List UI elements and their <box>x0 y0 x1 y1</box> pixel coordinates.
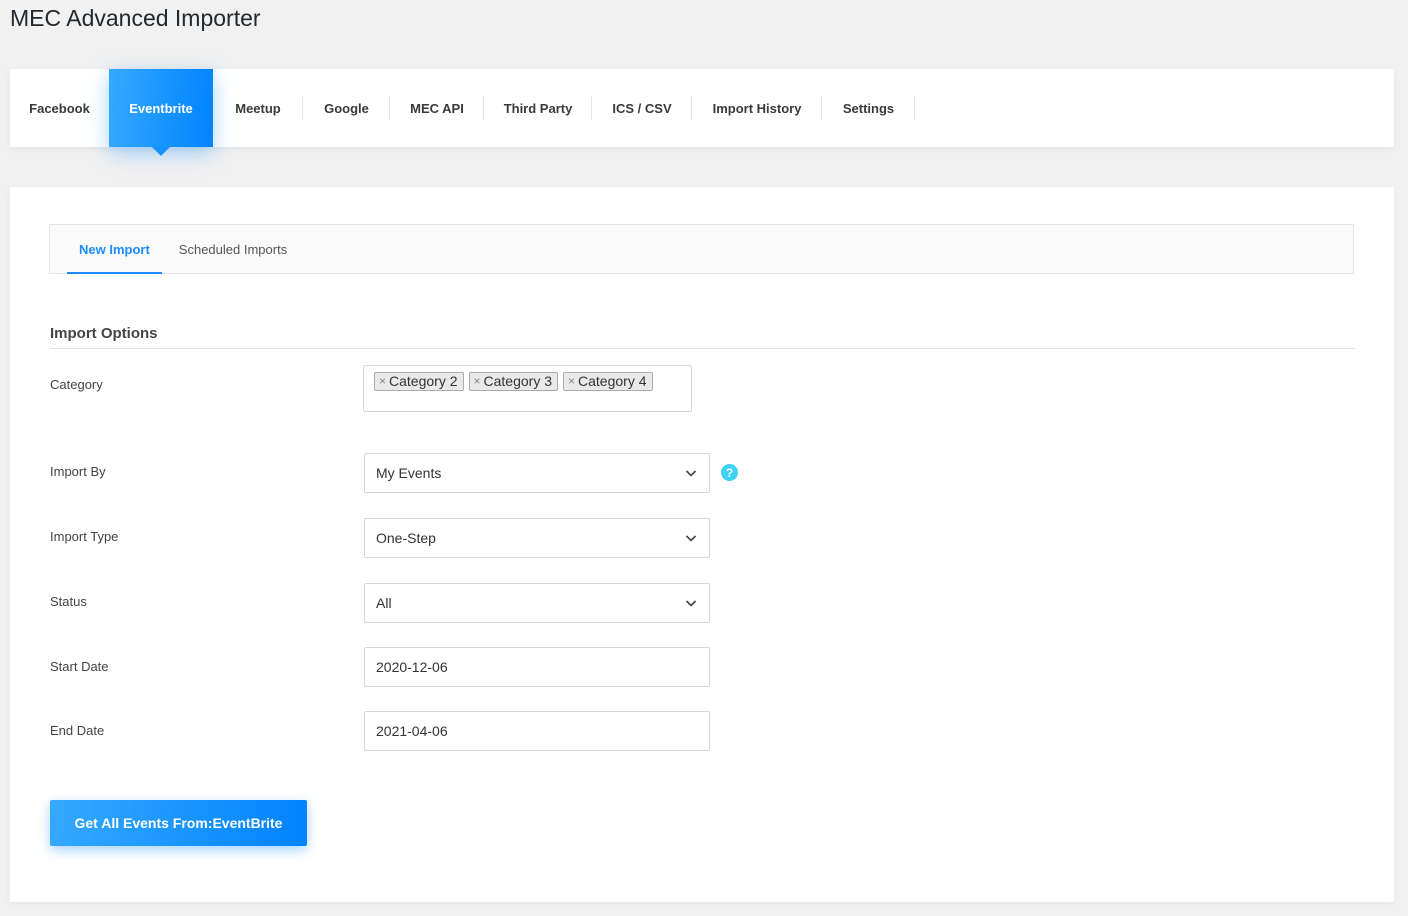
tab-scheduled-imports[interactable]: Scheduled Imports <box>167 225 299 273</box>
tab-meetup[interactable]: Meetup <box>213 69 303 147</box>
tab-label: MEC API <box>410 100 464 116</box>
start-date-label: Start Date <box>50 659 109 674</box>
importer-source-tabs: Facebook Eventbrite Meetup Google MEC AP… <box>10 69 1394 156</box>
select-value: My Events <box>376 465 442 481</box>
chevron-down-icon <box>685 600 697 607</box>
tab-third-party[interactable]: Third Party <box>484 69 592 147</box>
tab-label: Meetup <box>235 100 281 116</box>
chevron-down-icon <box>685 535 697 542</box>
tag-label: Category 3 <box>483 373 552 389</box>
category-multiselect[interactable]: × Category 2 × Category 3 × Category 4 <box>363 365 692 412</box>
help-icon[interactable]: ? <box>721 464 738 481</box>
import-by-label: Import By <box>50 464 106 479</box>
tab-new-import[interactable]: New Import <box>67 225 162 274</box>
remove-tag-icon[interactable]: × <box>474 373 481 390</box>
tab-facebook[interactable]: Facebook <box>10 69 109 147</box>
status-select[interactable]: All <box>364 583 710 623</box>
tag-label: Category 4 <box>578 373 647 389</box>
category-tag: × Category 4 <box>563 372 653 391</box>
tab-eventbrite[interactable]: Eventbrite <box>109 69 213 156</box>
tab-mec-api[interactable]: MEC API <box>390 69 484 147</box>
remove-tag-icon[interactable]: × <box>568 373 575 390</box>
tab-import-history[interactable]: Import History <box>692 69 822 147</box>
tab-label: Eventbrite <box>129 100 193 116</box>
import-type-label: Import Type <box>50 529 119 544</box>
import-panel: New Import Scheduled Imports Import Opti… <box>10 187 1394 902</box>
start-date-input[interactable]: 2020-12-06 <box>364 647 710 687</box>
category-tag: × Category 3 <box>468 372 558 391</box>
end-date-label: End Date <box>50 723 105 738</box>
tab-divider <box>914 96 915 120</box>
import-by-select[interactable]: My Events <box>364 453 710 493</box>
import-mode-tabs: New Import Scheduled Imports <box>49 224 1354 274</box>
select-value: All <box>376 595 392 611</box>
section-title: Import Options <box>50 325 158 342</box>
tab-label: Settings <box>842 100 895 116</box>
category-label: Category <box>50 377 103 392</box>
end-date-input[interactable]: 2021-04-06 <box>364 711 710 751</box>
tab-label: Third Party <box>503 100 573 116</box>
select-value: One-Step <box>376 530 436 546</box>
tab-label: Facebook <box>29 100 90 116</box>
tab-google[interactable]: Google <box>303 69 390 147</box>
get-all-events-button[interactable]: Get All Events From:EventBrite <box>50 800 307 846</box>
tab-ics-csv[interactable]: ICS / CSV <box>592 69 692 147</box>
section-divider <box>50 348 1355 349</box>
category-tag: × Category 2 <box>374 372 464 391</box>
status-label: Status <box>50 594 87 609</box>
chevron-down-icon <box>685 470 697 477</box>
tab-label: Google <box>324 100 369 116</box>
import-type-select[interactable]: One-Step <box>364 518 710 558</box>
tab-label: Import History <box>712 100 802 116</box>
remove-tag-icon[interactable]: × <box>379 373 386 390</box>
page-title: MEC Advanced Importer <box>10 5 261 31</box>
tag-label: Category 2 <box>389 373 458 389</box>
tab-settings[interactable]: Settings <box>822 69 915 147</box>
tab-label: ICS / CSV <box>612 100 672 116</box>
